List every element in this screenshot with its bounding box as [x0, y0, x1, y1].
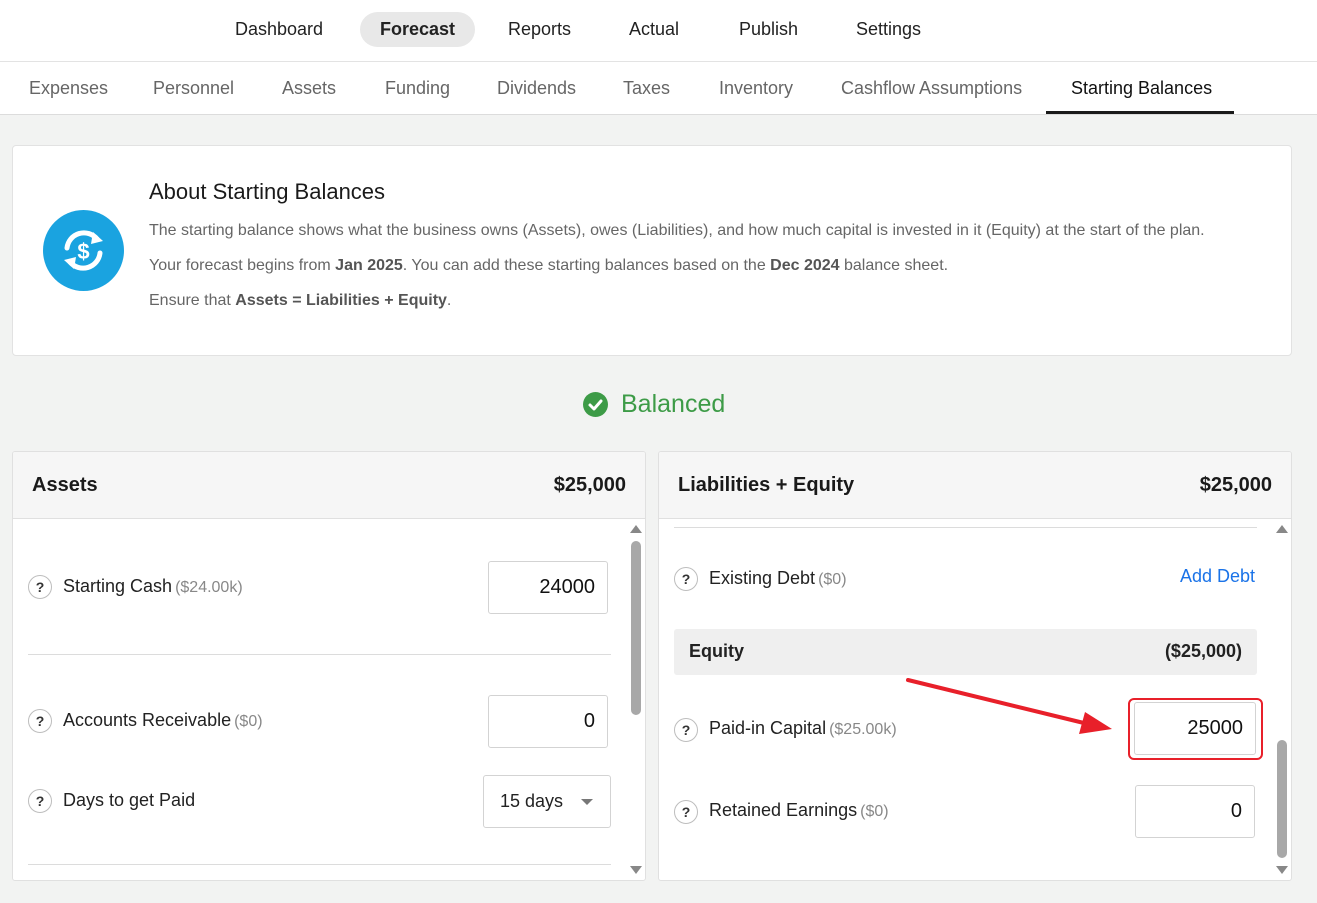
- annotation-arrow-icon: [906, 678, 1112, 734]
